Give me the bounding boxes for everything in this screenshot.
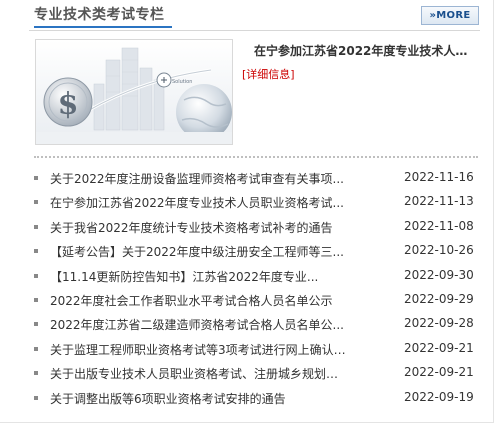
news-title[interactable]: 关于我省2022年度统计专业技术资格考试补考的通告 xyxy=(50,219,350,236)
news-title[interactable]: 关于调整出版等6项职业资格考试安排的通告 xyxy=(50,390,350,407)
bullet-icon xyxy=(34,273,38,278)
news-date: 2022-11-13 xyxy=(404,194,474,209)
featured-image[interactable]: Solution $ xyxy=(35,39,233,145)
news-date: 2022-11-16 xyxy=(404,170,474,184)
more-label: MORE xyxy=(436,10,471,21)
bullet-icon xyxy=(34,371,38,376)
bullet-icon xyxy=(34,395,38,400)
section-title: 专业技术类考试专栏 xyxy=(34,7,165,23)
news-date: 2022-09-21 xyxy=(404,340,474,355)
more-button[interactable]: »MORE xyxy=(421,6,479,25)
news-item[interactable]: 【11.14更新防控告知书】江苏省2022年度专业... 2022-09-30 xyxy=(0,264,494,288)
news-title[interactable]: 关于2022年度注册设备监理师资格考试审查有关事项... xyxy=(50,170,350,187)
news-item[interactable]: 【延考公告】关于2022年度中级注册安全工程师等三... 2022-10-26 xyxy=(0,239,494,263)
news-item[interactable]: 2022年度江苏省二级建造师资格考试合格人员名单公... 2022-09-28 xyxy=(0,312,494,336)
news-item[interactable]: 关于监理工程师职业资格考试等3项考试进行网上确认的... 2022-09-21 xyxy=(0,337,494,361)
exam-column-panel: 专业技术类考试专栏 »MORE Solution $ 在宁参加江苏省2022年度… xyxy=(0,0,494,423)
bullet-icon xyxy=(34,346,38,351)
news-date: 2022-10-26 xyxy=(404,243,474,258)
news-date: 2022-09-30 xyxy=(404,267,474,282)
bullet-icon xyxy=(34,176,38,180)
news-date: 2022-09-21 xyxy=(404,365,474,380)
bullet-icon xyxy=(34,224,38,229)
news-title[interactable]: 关于出版专业技术人员职业资格考试、注册城乡规划师职... xyxy=(50,365,350,382)
section-header: 专业技术类考试专栏 »MORE xyxy=(29,0,480,31)
title-underline xyxy=(34,26,172,28)
news-item[interactable]: 2022年度社会工作者职业水平考试合格人员名单公示 2022-09-29 xyxy=(0,288,494,312)
detail-info-link[interactable]: [详细信息] xyxy=(242,66,295,82)
finance-illustration: Solution $ xyxy=(36,40,232,144)
image-caption: Solution xyxy=(172,79,192,85)
news-date: 2022-09-28 xyxy=(404,316,474,331)
news-title[interactable]: 2022年度社会工作者职业水平考试合格人员名单公示 xyxy=(50,292,350,309)
news-date: 2022-11-08 xyxy=(404,218,474,233)
news-title[interactable]: 2022年度江苏省二级建造师资格考试合格人员名单公... xyxy=(50,316,350,333)
bullet-icon xyxy=(34,322,38,327)
news-date: 2022-09-29 xyxy=(404,292,474,306)
news-item[interactable]: 在宁参加江苏省2022年度专业技术人员职业资格考试... 2022-11-13 xyxy=(0,190,494,214)
news-item[interactable]: 关于出版专业技术人员职业资格考试、注册城乡规划师职... 2022-09-21 xyxy=(0,361,494,385)
bullet-icon xyxy=(34,249,38,254)
featured-title-link[interactable]: 在宁参加江苏省2022年度专业技术人... xyxy=(254,42,468,59)
dotted-divider xyxy=(34,156,478,158)
news-title[interactable]: 【11.14更新防控告知书】江苏省2022年度专业... xyxy=(50,268,350,285)
news-date: 2022-09-19 xyxy=(404,389,474,404)
news-item[interactable]: 关于2022年度注册设备监理师资格考试审查有关事项... 2022-11-16 xyxy=(0,166,494,190)
svg-text:$: $ xyxy=(58,87,79,122)
news-title[interactable]: 关于监理工程师职业资格考试等3项考试进行网上确认的... xyxy=(50,341,350,358)
news-title[interactable]: 【延考公告】关于2022年度中级注册安全工程师等三... xyxy=(50,243,350,260)
news-item[interactable]: 关于我省2022年度统计专业技术资格考试补考的通告 2022-11-08 xyxy=(0,215,494,239)
news-title[interactable]: 在宁参加江苏省2022年度专业技术人员职业资格考试... xyxy=(50,194,350,211)
bullet-icon xyxy=(34,298,38,302)
news-item[interactable]: 关于调整出版等6项职业资格考试安排的通告 2022-09-19 xyxy=(0,386,494,410)
bullet-icon xyxy=(34,200,38,205)
